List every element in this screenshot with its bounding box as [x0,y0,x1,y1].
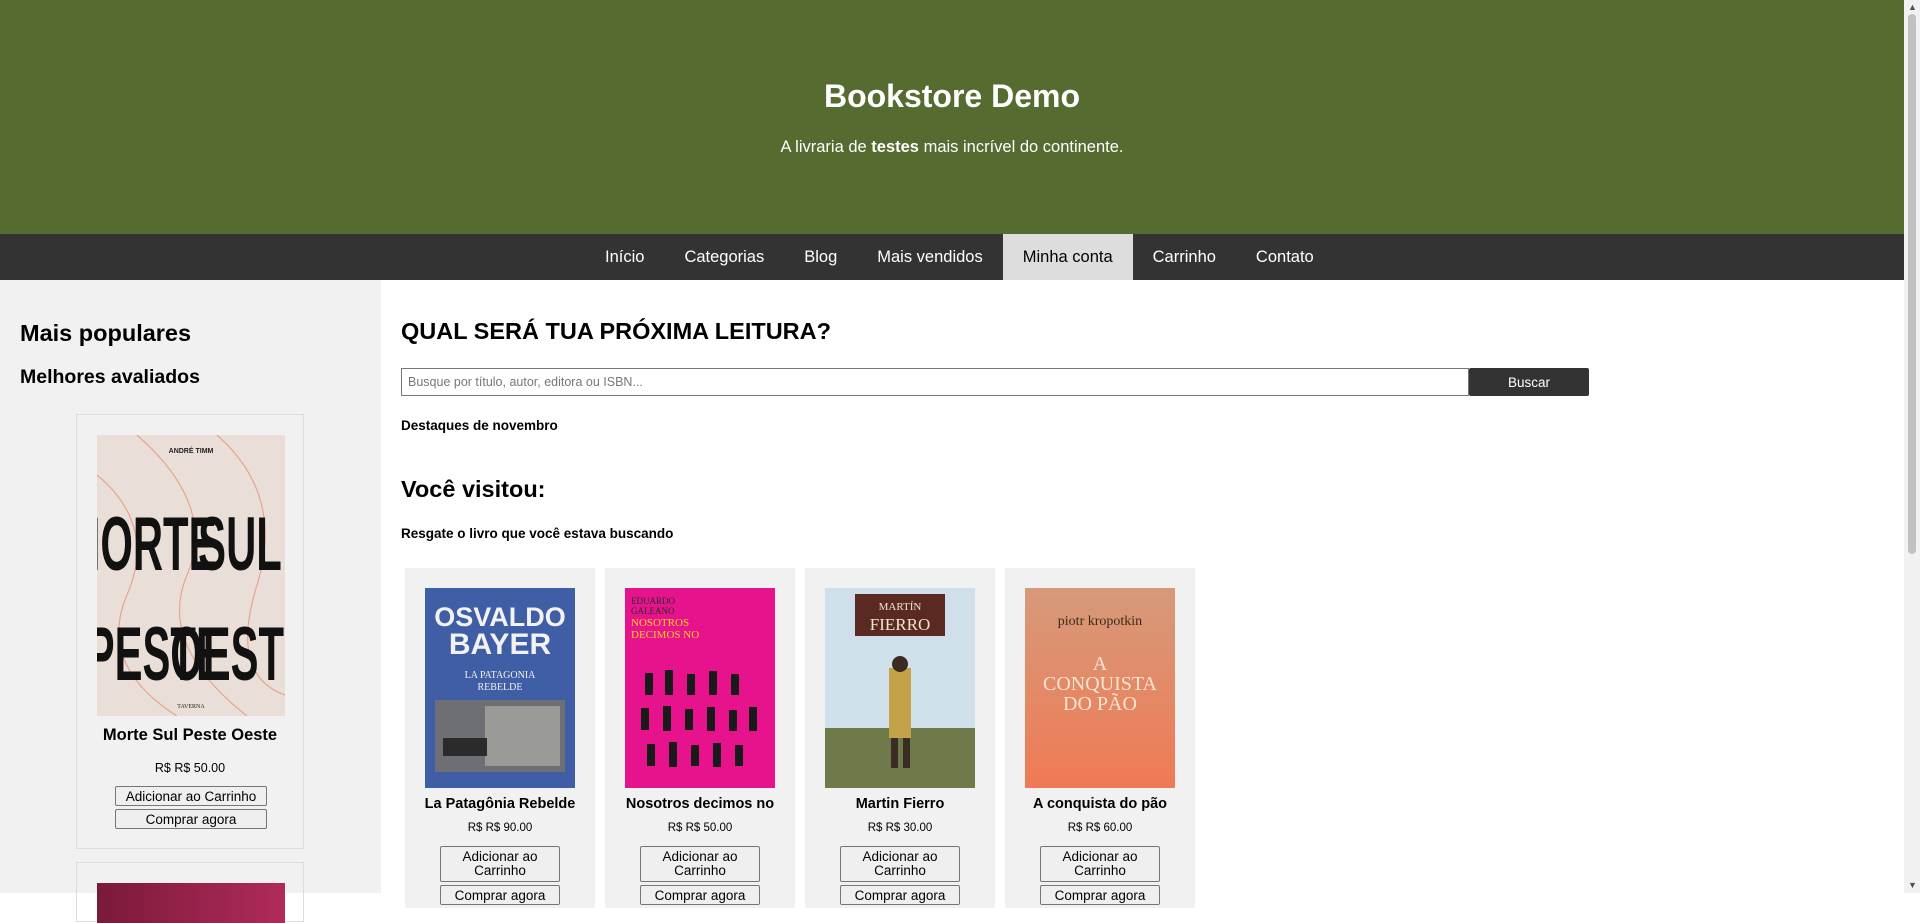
svg-text:A: A [1093,653,1108,675]
nav-item-minha-conta[interactable]: Minha conta [1002,234,1133,280]
svg-text:REBELDE: REBELDE [478,682,523,693]
book-cover[interactable] [97,883,285,923]
svg-text:piotr kropotkin: piotr kropotkin [1058,614,1142,629]
book-card: EDUARDO GALEANO NOSOTROS DECIMOS NO Noso… [605,568,795,908]
featured-book-card [76,862,304,923]
buy-now-button[interactable]: Comprar agora [440,885,560,905]
nav-item-inicio[interactable]: Início [585,234,664,280]
featured-book-title: Morte Sul Peste Oeste [102,726,278,744]
svg-text:DO PÃO: DO PÃO [1063,691,1137,715]
svg-text:FIERRO: FIERRO [870,615,930,634]
book-title[interactable]: La Patagônia Rebelde [405,796,595,812]
book-price: R$ R$ 50.00 [667,822,733,834]
add-to-cart-button[interactable]: Adicionar ao Carrinho [1040,846,1160,882]
book-cover-nosotros[interactable]: EDUARDO GALEANO NOSOTROS DECIMOS NO [625,588,775,788]
featured-book-price: R$ R$ 50.00 [154,761,226,775]
main-nav: Início Categorias Blog Mais vendidos Min… [0,234,1904,280]
svg-text:MARTÍN: MARTÍN [879,601,922,613]
book-price: R$ R$ 30.00 [867,822,933,834]
svg-text:DECIMOS NO: DECIMOS NO [631,629,699,641]
scrollbar-thumb[interactable] [1908,14,1916,554]
book-title[interactable]: Martin Fierro [805,796,995,812]
book-cover-martin-fierro[interactable]: MARTÍN FIERRO [825,588,975,788]
book-title[interactable]: Nosotros decimos no [605,796,795,812]
featured-buy-now-button[interactable]: Comprar agora [115,809,267,829]
search-input[interactable] [401,368,1469,396]
sidebar-title: Mais populares [20,320,192,346]
book-cover-patagonia[interactable]: OSVALDO BAYER LA PATAGONIA REBELDE [425,588,575,788]
add-to-cart-button[interactable]: Adicionar ao Carrinho [840,846,960,882]
scroll-up-icon[interactable]: ▲ [1908,2,1917,12]
page-heading: QUAL SERÁ TUA PRÓXIMA LEITURA? [401,318,831,344]
svg-text:EDUARDO: EDUARDO [631,596,675,606]
visited-subheading: Resgate o livro que você estava buscando [401,526,674,541]
site-tagline: A livraria de testes mais incrível do co… [780,138,1124,156]
nav-item-categorias[interactable]: Categorias [664,234,784,280]
tagline-emphasis: testes [871,138,919,156]
svg-text:OESTE: OESTE [170,611,285,697]
page-scrollbar[interactable]: ▲ ▼ [1904,0,1920,893]
book-card: piotr kropotkin A CONQUISTA DO PÃO A con… [1005,568,1195,908]
svg-text:TAVERNA: TAVERNA [177,704,205,710]
nav-item-blog[interactable]: Blog [784,234,857,280]
book-cover-morte-sul[interactable]: ANDRÉ TIMM MORTE SUL PESTE OESTE TAVERNA [97,435,285,716]
svg-text:BAYER: BAYER [449,628,552,661]
sidebar-subtitle: Melhores avaliados [20,366,200,388]
buy-now-button[interactable]: Comprar agora [1040,885,1160,905]
book-cover-conquista-do-pao[interactable]: piotr kropotkin A CONQUISTA DO PÃO [1025,588,1175,788]
book-card: OSVALDO BAYER LA PATAGONIA REBELDE La Pa… [405,568,595,908]
svg-text:GALEANO: GALEANO [631,606,675,616]
book-price: R$ R$ 60.00 [1067,822,1133,834]
book-price: R$ R$ 90.00 [467,822,533,834]
nav-item-contato[interactable]: Contato [1236,234,1334,280]
svg-text:LA PATAGONIA: LA PATAGONIA [465,670,537,681]
add-to-cart-button[interactable]: Adicionar ao Carrinho [640,846,760,882]
site-title: Bookstore Demo [823,78,1081,114]
buy-now-button[interactable]: Comprar agora [840,885,960,905]
book-card: MARTÍN FIERRO Martin Fierro R$ R$ 30.00 … [805,568,995,908]
scroll-down-icon[interactable]: ▼ [1908,880,1917,890]
sidebar: Mais populares Melhores avaliados ANDRÉ … [0,280,381,923]
svg-text:SUL: SUL [198,501,282,587]
svg-text:ANDRÉ TIMM: ANDRÉ TIMM [169,446,214,455]
visited-heading: Você visitou: [401,476,546,502]
nav-item-carrinho[interactable]: Carrinho [1133,234,1236,280]
search-button[interactable]: Buscar [1469,368,1589,396]
add-to-cart-button[interactable]: Adicionar ao Carrinho [440,846,560,882]
featured-book-card: ANDRÉ TIMM MORTE SUL PESTE OESTE TAVERNA… [76,414,304,849]
featured-add-to-cart-button[interactable]: Adicionar ao Carrinho [115,786,267,806]
buy-now-button[interactable]: Comprar agora [640,885,760,905]
highlights-link[interactable]: Destaques de novembro [401,418,558,433]
nav-item-mais-vendidos[interactable]: Mais vendidos [857,234,1002,280]
site-header: Bookstore Demo A livraria de testes mais… [0,0,1904,234]
svg-text:NOSOTROS: NOSOTROS [631,617,689,629]
book-title[interactable]: A conquista do pão [1005,796,1195,812]
svg-text:CONQUISTA: CONQUISTA [1043,673,1158,695]
